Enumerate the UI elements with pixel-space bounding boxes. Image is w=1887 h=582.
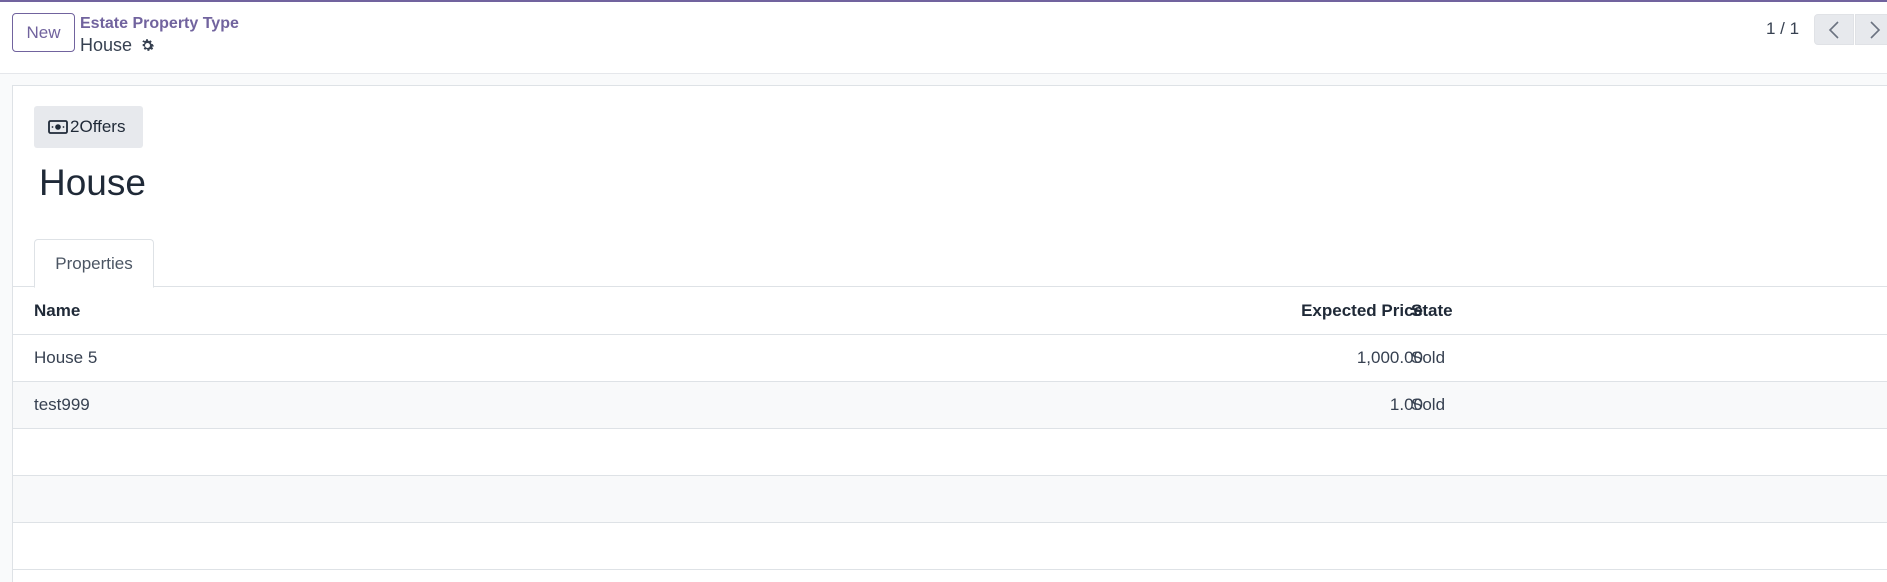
cell-name: House 5 [34,348,98,367]
cell-state: Sold [1411,348,1446,367]
column-header-name[interactable]: Name [34,287,80,334]
notebook-tabs: Properties [13,239,1887,288]
properties-list: Name Expected Price State House 5 1,000.… [13,287,1887,570]
offers-label: Offers [79,117,126,136]
column-header-expected-price[interactable]: Expected Price [1301,287,1423,334]
new-button[interactable]: New [12,13,75,52]
chevron-right-icon [1870,20,1881,39]
breadcrumb-parent-link[interactable]: Estate Property Type [80,15,239,33]
empty-row [13,523,1887,570]
table-row[interactable]: House 5 1,000.00 Sold [13,335,1887,382]
cell-name: test999 [34,395,90,414]
money-icon [48,120,68,134]
table-row[interactable]: test999 1.00 Sold [13,382,1887,429]
form-sheet: 2 Offers House Properties Name Expected P… [12,85,1887,582]
pager-previous-button[interactable] [1814,14,1854,45]
gear-icon[interactable] [139,37,156,54]
pager-next-button[interactable] [1855,14,1887,45]
control-panel: New Estate Property Type House 1 / 1 [0,2,1887,74]
record-title[interactable]: House [39,162,146,204]
cell-state: Sold [1411,395,1446,414]
column-header-state[interactable]: State [1411,287,1453,334]
offers-count: 2 [70,117,80,136]
breadcrumb-current: House [80,35,133,55]
list-header-row: Name Expected Price State [13,287,1887,335]
pager-value[interactable]: 1 / 1 [1766,19,1799,39]
empty-row [13,429,1887,476]
chevron-left-icon [1828,20,1839,39]
empty-row [13,476,1887,523]
tab-properties[interactable]: Properties [34,239,154,288]
offers-smart-button[interactable]: 2 Offers [34,106,143,148]
